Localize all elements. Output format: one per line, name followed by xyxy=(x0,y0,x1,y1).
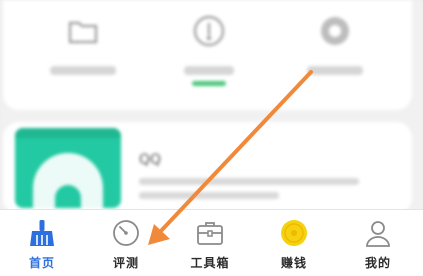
banner-text-line-1 xyxy=(139,178,359,185)
tool-label-placeholder-2 xyxy=(184,66,234,75)
gear-icon xyxy=(321,17,349,45)
tab-mine-label: 我的 xyxy=(364,256,391,270)
folder-icon xyxy=(68,21,98,44)
tab-earn[interactable]: 赚钱 xyxy=(252,210,336,276)
tools-card xyxy=(3,0,412,110)
tool-label-placeholder-3 xyxy=(307,66,363,75)
tool-item-3[interactable] xyxy=(275,0,395,110)
tool-item-1[interactable] xyxy=(23,0,143,110)
tab-mine[interactable]: 我的 xyxy=(336,210,420,276)
person-icon xyxy=(366,221,390,247)
banner-text-line-2 xyxy=(139,192,279,199)
toolbox-icon xyxy=(197,222,223,245)
banner-thumbnail xyxy=(15,128,121,208)
tab-review-label: 评测 xyxy=(112,256,139,270)
gauge-icon xyxy=(113,220,139,246)
tab-home-label: 首页 xyxy=(28,256,55,270)
banner-graphic xyxy=(15,128,121,208)
broom-icon xyxy=(30,220,54,246)
tab-home[interactable]: 首页 xyxy=(0,210,84,276)
bottom-tab-bar: 首页 评测 工具箱 赚钱 我的 xyxy=(0,210,423,276)
tool-label-placeholder-1 xyxy=(50,66,116,75)
coin-icon xyxy=(281,220,307,246)
banner-card[interactable]: QQ xyxy=(3,122,412,214)
tool-status-bar xyxy=(192,81,226,86)
tab-toolbox-label: 工具箱 xyxy=(190,256,230,270)
tool-item-2[interactable] xyxy=(149,0,269,110)
tab-review[interactable]: 评测 xyxy=(84,210,168,276)
tab-earn-label: 赚钱 xyxy=(280,256,307,270)
tab-toolbox[interactable]: 工具箱 xyxy=(168,210,252,276)
banner-title: QQ xyxy=(139,152,162,168)
thermometer-icon xyxy=(193,15,225,47)
